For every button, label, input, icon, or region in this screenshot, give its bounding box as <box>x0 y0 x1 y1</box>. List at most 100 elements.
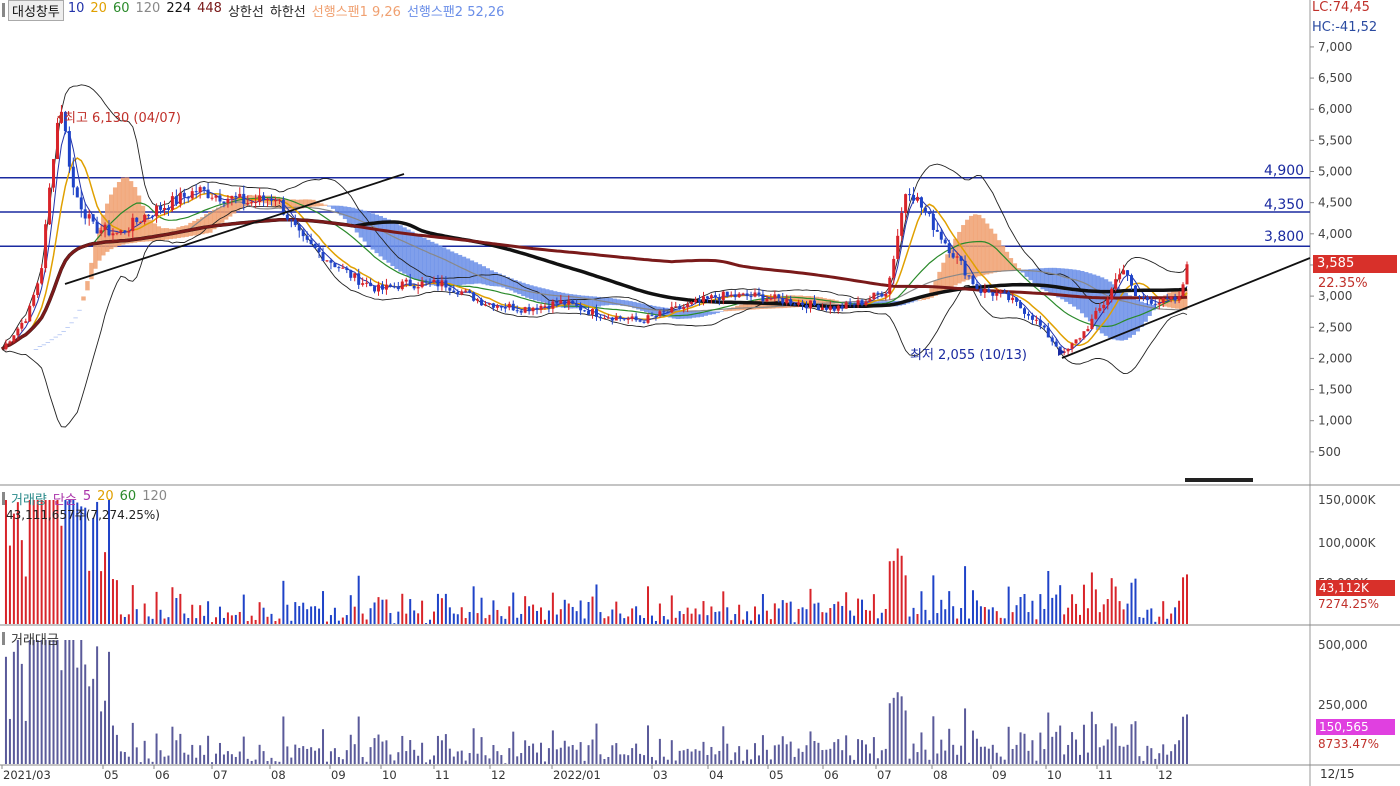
amount-bar <box>643 755 646 764</box>
candle-body <box>630 316 634 319</box>
amount-bar <box>738 746 741 764</box>
stock-chart[interactable]: 7,000 6,500 6,000 5,500 5,000 4,500 4,000 3,500… <box>0 0 1400 786</box>
candle-body <box>745 293 749 297</box>
stock-name-button[interactable]: 대성창투 <box>8 0 64 21</box>
amount-bar <box>250 760 253 764</box>
volume-bar <box>12 513 15 624</box>
candle-body <box>820 307 824 310</box>
panel-handle-icon[interactable] <box>2 3 5 17</box>
candle-body <box>436 279 440 287</box>
amount-bar <box>226 751 229 764</box>
volume-bar <box>968 618 971 624</box>
volume-bar <box>948 591 951 624</box>
candle-body <box>1114 279 1118 289</box>
candle-body <box>170 196 174 210</box>
volume-bar <box>476 613 479 624</box>
scroll-thumb <box>1185 478 1253 482</box>
amount-bar <box>389 754 392 764</box>
volume-bar <box>1063 614 1066 624</box>
candle-body <box>1082 331 1086 339</box>
candle-body <box>1141 296 1145 298</box>
candle-body <box>246 203 250 205</box>
volume-bar <box>1090 572 1093 624</box>
amount-bar <box>583 760 586 764</box>
volume-bar <box>448 607 451 624</box>
candle-body <box>765 298 769 302</box>
x-tick-label: 07 <box>877 768 892 782</box>
amount-bar <box>587 745 590 764</box>
candle-body <box>971 275 975 284</box>
volume-bar <box>76 502 79 624</box>
amount-bar <box>900 696 903 764</box>
volume-bar <box>211 622 214 624</box>
amount-bar <box>322 729 325 764</box>
volume-bar <box>44 500 47 624</box>
amount-bar <box>401 735 404 764</box>
volume-bar <box>960 608 963 624</box>
amount-bar <box>555 749 558 764</box>
candle-body <box>511 303 515 311</box>
panel-handle-icon[interactable] <box>2 632 5 645</box>
amount-bar <box>702 741 705 764</box>
amount-bar <box>349 734 352 764</box>
candle-body <box>155 205 159 217</box>
volume-bar <box>341 617 344 624</box>
candle-body <box>361 283 365 285</box>
amount-bar <box>377 734 380 764</box>
candle-body <box>749 296 753 298</box>
amount-bar <box>397 752 400 764</box>
candle-body <box>674 306 678 308</box>
amount-bar <box>750 759 753 764</box>
panel-handle-icon[interactable] <box>2 492 5 505</box>
volume-bar <box>1027 612 1030 624</box>
candle-body <box>563 300 567 305</box>
candle-body <box>892 258 896 278</box>
x-tick-label: 2022/01 <box>553 768 601 782</box>
candle-body <box>254 202 258 204</box>
cloud-segment <box>485 268 490 286</box>
amount-bar <box>1011 748 1014 764</box>
candle-body <box>12 335 16 342</box>
cloud-segment <box>489 270 494 287</box>
amount-bar <box>567 746 570 764</box>
amount-bar <box>662 756 665 764</box>
candle-body <box>55 122 59 160</box>
cloud-segment <box>334 205 340 212</box>
cloud-segment <box>917 300 922 301</box>
candle-body <box>927 212 931 214</box>
amount-bar <box>64 640 67 764</box>
volume-bar <box>1035 619 1038 624</box>
candle-body <box>420 281 424 288</box>
amount-bar <box>72 640 75 764</box>
volume-bar <box>1075 603 1078 624</box>
volume-bar <box>282 580 285 624</box>
candle-body <box>1173 296 1177 301</box>
cloud-segment <box>323 204 328 206</box>
candle-body <box>1161 298 1165 304</box>
volume-bar <box>119 614 122 624</box>
candle-body <box>428 281 432 283</box>
candle-body <box>1086 329 1090 332</box>
x-tick-label: 11 <box>435 768 450 782</box>
amount-bar <box>191 744 194 764</box>
amount-bar <box>528 745 531 764</box>
candle-body <box>876 292 880 294</box>
amount-bar <box>793 756 796 764</box>
price-tick-label: 1,500 <box>1318 383 1352 397</box>
volume-bar <box>353 606 356 624</box>
amount-bar <box>1114 726 1117 764</box>
candle-body <box>777 294 781 299</box>
candle-body <box>24 321 28 323</box>
candle-body <box>464 290 468 292</box>
candle-body <box>182 192 186 197</box>
volume-bar <box>599 612 602 624</box>
volume-bar <box>872 594 875 624</box>
volume-bar <box>88 570 91 624</box>
candle-body <box>959 256 963 261</box>
amount-bar <box>884 748 887 764</box>
candle-body <box>523 307 527 313</box>
amount-bar <box>599 754 602 764</box>
volume-bar <box>1023 593 1026 624</box>
volume-bar <box>32 500 35 624</box>
volume-bar <box>706 615 709 624</box>
